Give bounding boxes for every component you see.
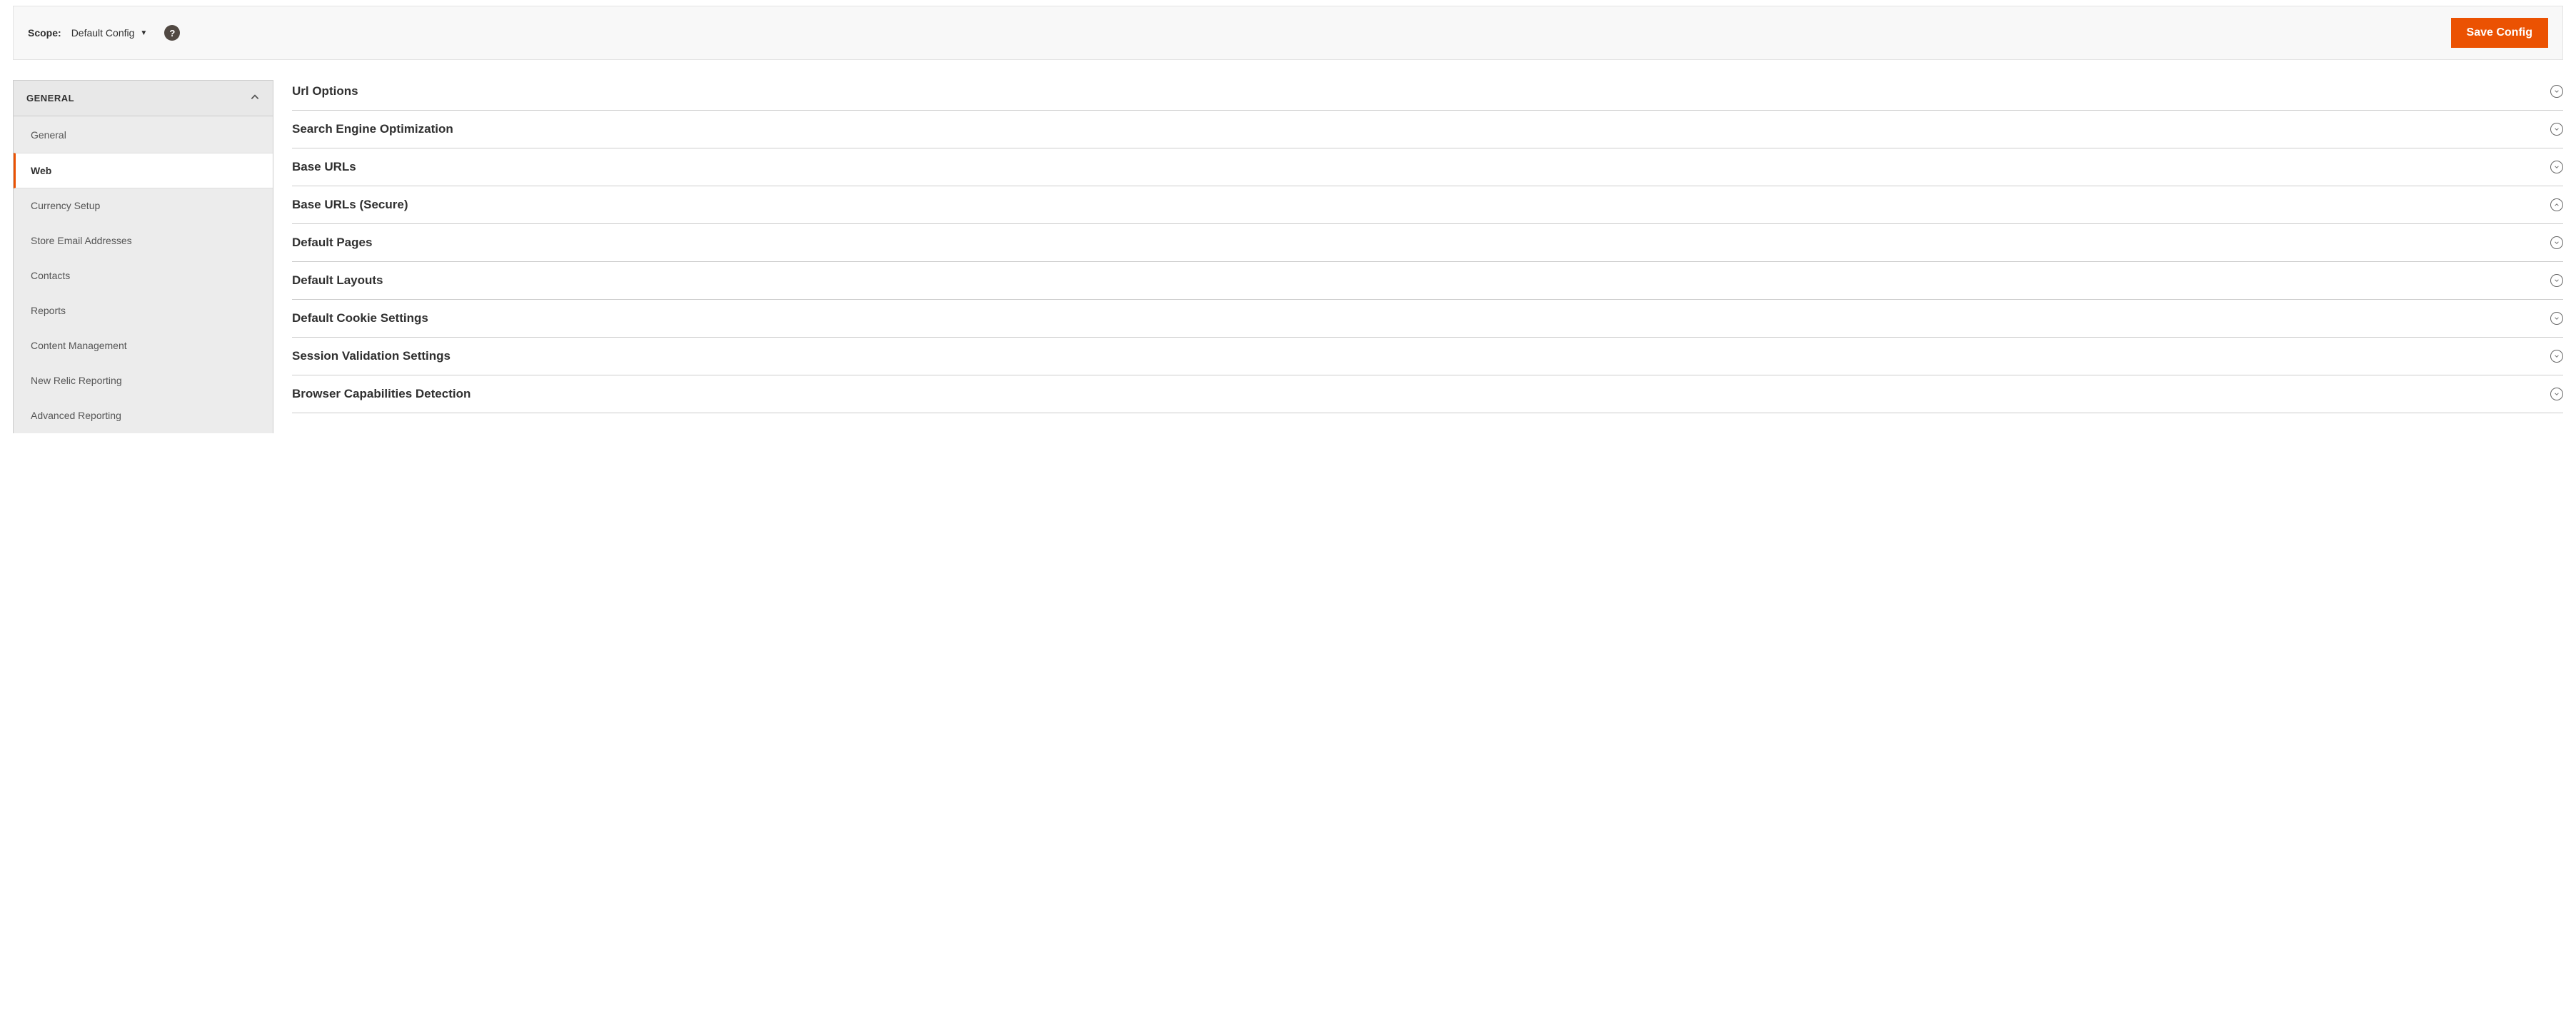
sidebar-item-label: Reports	[31, 305, 66, 316]
chevron-down-circle-icon	[2550, 312, 2563, 325]
config-sidebar: GENERAL General Web Currency Setup Store…	[13, 80, 273, 433]
chevron-down-circle-icon	[2550, 236, 2563, 249]
chevron-down-circle-icon	[2550, 123, 2563, 136]
sidebar-item-currency-setup[interactable]: Currency Setup	[14, 188, 273, 223]
sidebar-item-label: General	[31, 129, 66, 141]
section-browser-capabilities[interactable]: Browser Capabilities Detection	[292, 375, 2563, 413]
section-title: Url Options	[292, 84, 358, 99]
section-title: Search Engine Optimization	[292, 122, 453, 136]
help-icon[interactable]: ?	[164, 25, 180, 41]
sidebar-item-new-relic[interactable]: New Relic Reporting	[14, 363, 273, 398]
section-title: Base URLs (Secure)	[292, 198, 408, 212]
sidebar-items: General Web Currency Setup Store Email A…	[14, 116, 273, 433]
sidebar-item-contacts[interactable]: Contacts	[14, 258, 273, 293]
header-left: Scope: Default Config ▼ ?	[28, 25, 180, 41]
scope-select[interactable]: Default Config ▼	[71, 27, 148, 39]
sidebar-item-advanced-reporting[interactable]: Advanced Reporting	[14, 398, 273, 433]
section-default-pages[interactable]: Default Pages	[292, 224, 2563, 262]
chevron-up-icon	[250, 92, 260, 104]
sidebar-item-label: Web	[31, 165, 51, 176]
section-default-cookie[interactable]: Default Cookie Settings	[292, 300, 2563, 338]
section-title: Default Layouts	[292, 273, 383, 288]
sidebar-group-general[interactable]: GENERAL	[14, 81, 273, 116]
scope-label: Scope:	[28, 27, 61, 39]
chevron-down-circle-icon	[2550, 388, 2563, 400]
section-default-layouts[interactable]: Default Layouts	[292, 262, 2563, 300]
section-seo[interactable]: Search Engine Optimization	[292, 111, 2563, 148]
chevron-down-circle-icon	[2550, 161, 2563, 173]
main-content: Url Options Search Engine Optimization B…	[292, 80, 2563, 433]
sidebar-item-store-email[interactable]: Store Email Addresses	[14, 223, 273, 258]
scope-value: Default Config	[71, 27, 135, 39]
chevron-down-circle-icon	[2550, 85, 2563, 98]
sidebar-item-web[interactable]: Web	[14, 153, 273, 188]
sidebar-item-label: New Relic Reporting	[31, 375, 122, 386]
section-url-options[interactable]: Url Options	[292, 80, 2563, 111]
sidebar-item-label: Currency Setup	[31, 200, 100, 211]
section-title: Default Cookie Settings	[292, 311, 428, 325]
chevron-up-circle-icon	[2550, 198, 2563, 211]
section-session-validation[interactable]: Session Validation Settings	[292, 338, 2563, 375]
config-header-bar: Scope: Default Config ▼ ? Save Config	[13, 6, 2563, 60]
section-title: Default Pages	[292, 236, 372, 250]
sidebar-item-label: Store Email Addresses	[31, 235, 132, 246]
section-title: Session Validation Settings	[292, 349, 451, 363]
sidebar-item-label: Contacts	[31, 270, 70, 281]
sidebar-item-label: Advanced Reporting	[31, 410, 121, 421]
sidebar-item-content-management[interactable]: Content Management	[14, 328, 273, 363]
section-base-urls-secure[interactable]: Base URLs (Secure)	[292, 186, 2563, 224]
chevron-down-circle-icon	[2550, 274, 2563, 287]
section-title: Base URLs	[292, 160, 356, 174]
section-title: Browser Capabilities Detection	[292, 387, 471, 401]
caret-down-icon: ▼	[140, 29, 147, 37]
section-base-urls[interactable]: Base URLs	[292, 148, 2563, 186]
sidebar-group-label: GENERAL	[26, 93, 74, 103]
sidebar-item-label: Content Management	[31, 340, 127, 351]
sidebar-item-general[interactable]: General	[14, 116, 273, 153]
chevron-down-circle-icon	[2550, 350, 2563, 363]
sidebar-item-reports[interactable]: Reports	[14, 293, 273, 328]
main-layout: GENERAL General Web Currency Setup Store…	[13, 80, 2563, 433]
save-config-button[interactable]: Save Config	[2451, 18, 2548, 48]
